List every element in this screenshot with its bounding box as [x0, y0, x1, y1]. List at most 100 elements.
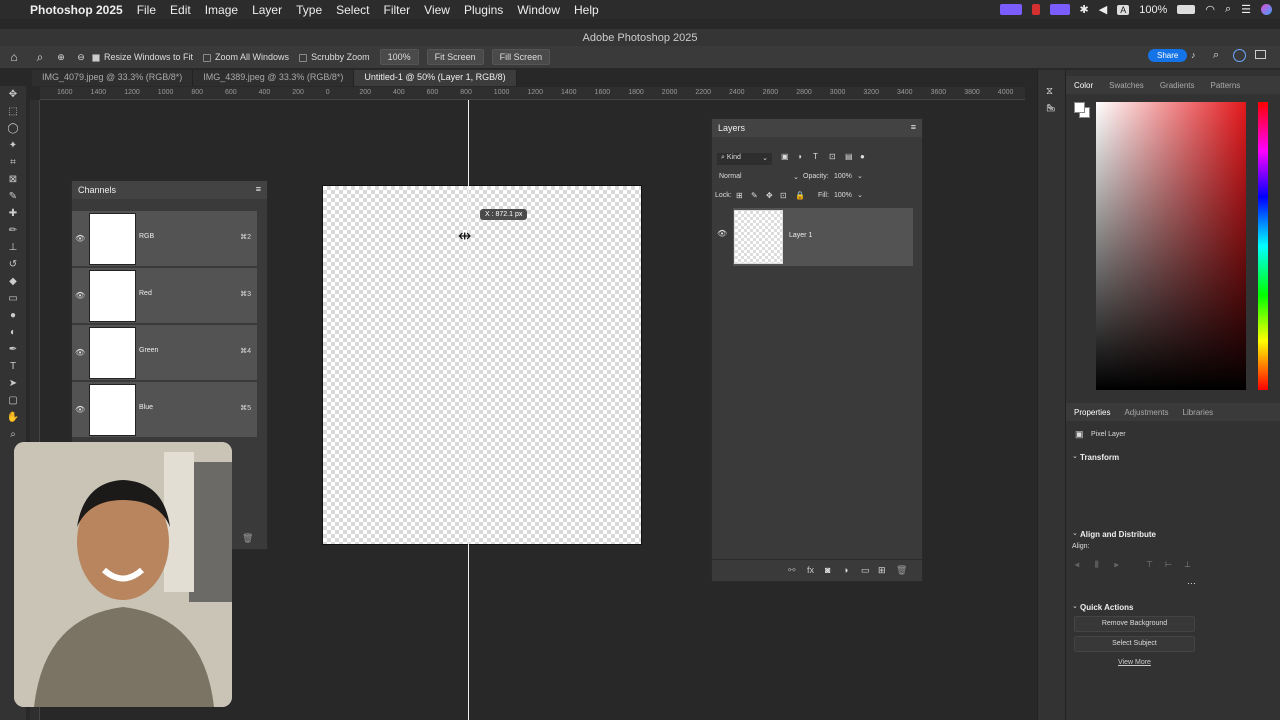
zoom-all-checkbox[interactable]: Zoom All Windows [203, 52, 289, 62]
align-top-icon[interactable]: ⊤ [1146, 560, 1153, 569]
menu-view[interactable]: View [424, 3, 450, 17]
eraser-tool-icon[interactable]: ◆ [0, 273, 26, 290]
tab-gradients[interactable]: Gradients [1160, 81, 1195, 90]
layer-mask-icon[interactable]: ◙ [825, 565, 830, 575]
quick-actions-title[interactable]: Quick Actions [1080, 603, 1134, 612]
new-group-icon[interactable]: ▭ [861, 565, 870, 576]
visibility-eye-icon[interactable]: 👁 [717, 229, 727, 238]
menu-filter[interactable]: Filter [383, 3, 410, 17]
screen-record-icon[interactable] [999, 4, 1022, 15]
lock-artboard-icon[interactable]: ⊡ [780, 191, 787, 200]
channel-row-green[interactable]: 👁 Green ⌘4 [72, 325, 257, 381]
chevron-down-icon[interactable]: ⌄ [857, 172, 863, 180]
tab-properties[interactable]: Properties [1074, 408, 1110, 417]
menu-image[interactable]: Image [205, 3, 238, 17]
share-button[interactable]: Share [1148, 49, 1188, 62]
foreground-background-swatch[interactable] [1074, 102, 1090, 118]
workspace-icon[interactable] [1255, 50, 1266, 59]
menu-select[interactable]: Select [336, 3, 369, 17]
channels-menu-icon[interactable]: ≡ [256, 184, 261, 194]
opacity-field[interactable]: 100% [834, 173, 852, 180]
input-source-icon[interactable]: A [1117, 4, 1130, 15]
lock-position-icon[interactable]: ✥ [766, 191, 773, 200]
hue-slider[interactable] [1258, 102, 1268, 390]
channel-row-red[interactable]: 👁 Red ⌘3 [72, 268, 257, 324]
tab-img-4389[interactable]: IMG_4389.jpeg @ 33.3% (RGB/8*) [193, 70, 355, 86]
lock-pixels-icon[interactable]: ✎ [751, 191, 758, 200]
history-icon[interactable]: ⧖ [1046, 86, 1053, 97]
chevron-down-icon[interactable]: ⌄ [1072, 602, 1078, 610]
transform-section-title[interactable]: Transform [1080, 453, 1119, 462]
blend-mode-select[interactable]: Normal ⌄ [717, 172, 801, 184]
fit-screen-button[interactable]: Fit Screen [426, 49, 484, 65]
comments-icon[interactable]: ▭ [1046, 104, 1055, 115]
dodge-tool-icon[interactable]: ◐ [0, 324, 26, 341]
adjustment-layer-icon[interactable]: ◑ [843, 565, 848, 575]
align-center-icon[interactable]: ⫼ [1095, 560, 1099, 570]
tab-color[interactable]: Color [1074, 81, 1093, 90]
magic-wand-tool-icon[interactable]: ✦ [0, 137, 26, 154]
zoom-tool-sidebar-icon[interactable]: ⌕ [0, 426, 26, 443]
history-brush-icon[interactable]: ↺ [0, 256, 26, 273]
path-selection-icon[interactable]: ➤ [0, 375, 26, 392]
lock-all-icon[interactable]: 🔒 [795, 191, 805, 200]
menu-plugins[interactable]: Plugins [464, 3, 503, 17]
search-icon[interactable]: ⌕ [1213, 49, 1219, 62]
menu-window[interactable]: Window [517, 3, 560, 17]
filter-smart-object-icon[interactable]: ▤ [845, 152, 853, 161]
wifi-icon[interactable]: ◠ [1205, 3, 1215, 16]
menu-edit[interactable]: Edit [170, 3, 191, 17]
delete-layer-icon[interactable]: 🗑 [896, 565, 907, 576]
filter-toggle-icon[interactable]: ● [860, 152, 865, 161]
channel-row-rgb[interactable]: 👁 RGB ⌘2 [72, 211, 257, 267]
align-left-icon[interactable]: ⫷ [1075, 560, 1080, 570]
brush-tool-icon[interactable]: ✏ [0, 222, 26, 239]
vertical-guide[interactable] [468, 100, 469, 720]
visibility-eye-icon[interactable]: 👁 [75, 348, 85, 357]
notifications-icon[interactable]: ♪ [1191, 50, 1196, 60]
spotlight-icon[interactable]: ⌕ [1225, 3, 1231, 16]
battery-icon[interactable] [1177, 5, 1196, 14]
filter-shape-icon[interactable]: ⊡ [829, 152, 836, 161]
menu-help[interactable]: Help [574, 3, 599, 17]
visibility-eye-icon[interactable]: 👁 [75, 234, 85, 243]
align-bottom-icon[interactable]: ⊥ [1184, 560, 1191, 569]
marquee-tool-icon[interactable]: ⬚ [0, 103, 26, 120]
align-right-icon[interactable]: ⫸ [1114, 560, 1119, 570]
menu-layer[interactable]: Layer [252, 3, 282, 17]
tab-swatches[interactable]: Swatches [1109, 81, 1144, 90]
layer-name[interactable]: Layer 1 [789, 232, 812, 239]
menu-type[interactable]: Type [296, 3, 322, 17]
filter-pixel-icon[interactable]: ▣ [781, 152, 789, 161]
type-tool-icon[interactable]: T [0, 358, 26, 375]
healing-tool-icon[interactable]: ✚ [0, 205, 26, 222]
volume-icon[interactable]: ◀ [1099, 3, 1107, 16]
resize-windows-checkbox[interactable]: Resize Windows to Fit [92, 52, 193, 62]
zoom-in-icon[interactable]: ⊕ [52, 52, 70, 63]
color-picker-field[interactable] [1096, 102, 1246, 390]
layer-filter-select[interactable]: ⌕ Kind ⌄ [717, 153, 772, 165]
lock-transparent-icon[interactable]: ⊞ [736, 191, 743, 200]
scrubby-zoom-checkbox[interactable]: Scrubby Zoom [299, 52, 370, 62]
filter-adjustment-icon[interactable]: ◑ [797, 152, 802, 161]
blur-tool-icon[interactable]: ● [0, 307, 26, 324]
lasso-tool-icon[interactable]: ◯ [0, 120, 26, 137]
align-middle-icon[interactable]: ⊢ [1165, 560, 1172, 569]
move-tool-icon[interactable]: ✥ [0, 86, 26, 103]
hand-tool-icon[interactable]: ✋ [0, 409, 26, 426]
mirror-icon[interactable] [1049, 4, 1070, 15]
layers-menu-icon[interactable]: ≡ [911, 122, 916, 132]
menu-file[interactable]: File [137, 3, 156, 17]
tab-adjustments[interactable]: Adjustments [1124, 408, 1168, 417]
layer-row-layer-1[interactable]: Layer 1 [733, 208, 913, 266]
bluetooth-icon[interactable]: ✱ [1080, 3, 1089, 16]
chevron-down-icon[interactable]: ⌄ [857, 191, 863, 199]
view-more-link[interactable]: View More [1118, 659, 1151, 666]
visibility-eye-icon[interactable]: 👁 [75, 405, 85, 414]
zoom-out-icon[interactable]: ⊖ [70, 52, 92, 63]
visibility-eye-icon[interactable]: 👁 [75, 291, 85, 300]
pen-tool-icon[interactable]: ✒ [0, 341, 26, 358]
delete-channel-icon[interactable]: 🗑 [242, 533, 253, 544]
document-canvas[interactable] [322, 185, 642, 545]
stamp-tool-icon[interactable]: ⊥ [0, 239, 26, 256]
